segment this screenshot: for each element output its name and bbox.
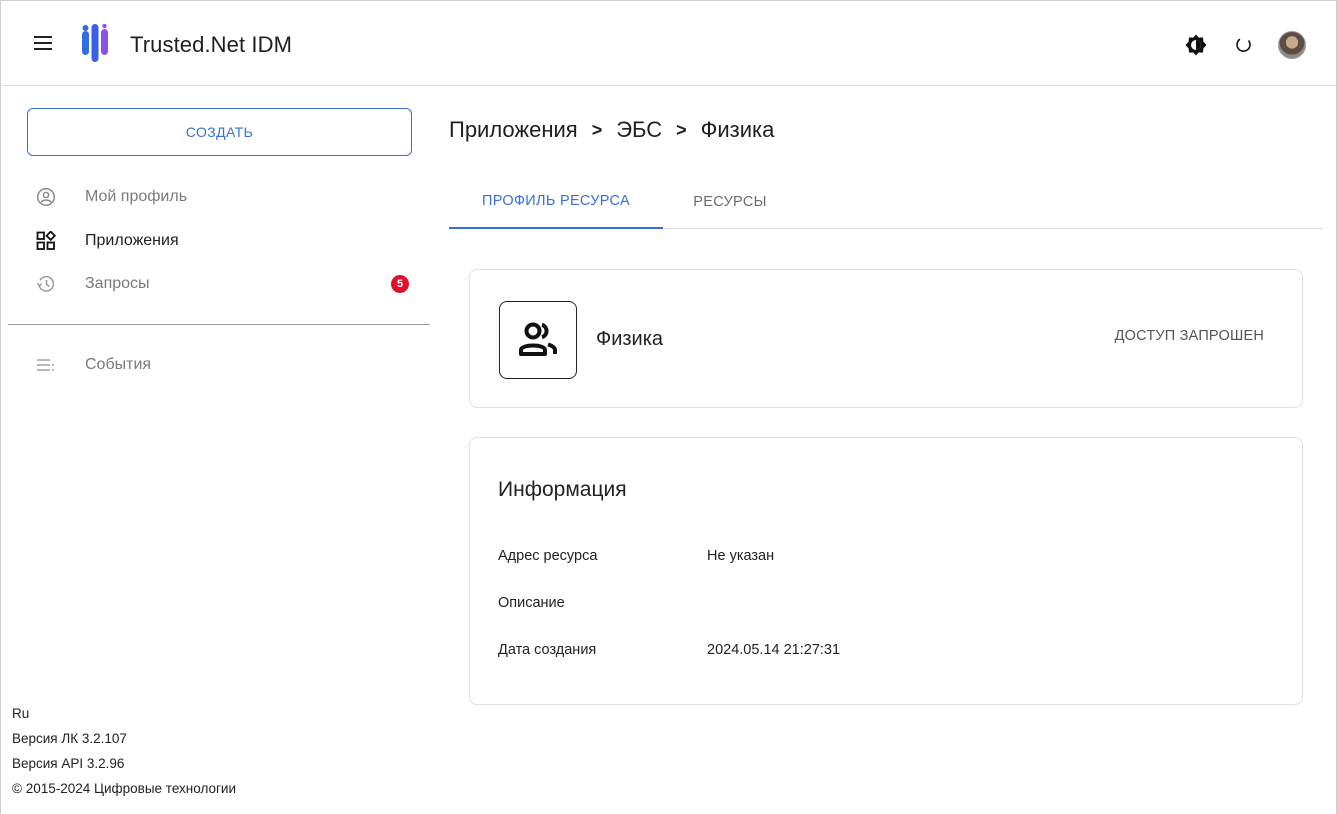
- resource-name: Физика: [596, 328, 664, 350]
- info-card: Информация Адрес ресурса Не указан Описа…: [469, 437, 1303, 705]
- tab-resources[interactable]: РЕСУРСЫ: [663, 175, 797, 229]
- breadcrumb-item-current: Физика: [700, 117, 775, 142]
- sidebar-item-applications[interactable]: Приложения: [35, 227, 420, 255]
- sidebar-item-events[interactable]: События: [35, 351, 420, 379]
- info-key: Адрес ресурса: [498, 548, 598, 564]
- group-icon: [499, 301, 577, 379]
- sidebar: СОЗДАТЬ Мой профиль Приложения Запросы 5…: [2, 87, 430, 814]
- info-value: Не указан: [707, 548, 775, 564]
- brightness-icon[interactable]: [1182, 31, 1210, 59]
- app-logo: [82, 24, 108, 62]
- sidebar-item-label: Запросы: [85, 275, 150, 292]
- sidebar-item-requests[interactable]: Запросы 5: [35, 270, 420, 298]
- sidebar-divider: [8, 324, 430, 325]
- history-icon: [35, 273, 57, 295]
- sidebar-footer: Ru Версия ЛК 3.2.107 Версия API 3.2.96 ©…: [12, 701, 236, 801]
- requests-count-badge: 5: [391, 275, 409, 293]
- breadcrumb-item-applications[interactable]: Приложения: [449, 117, 578, 143]
- sidebar-item-label: Мой профиль: [85, 188, 188, 205]
- access-status: ДОСТУП ЗАПРОШЕН: [1114, 328, 1264, 344]
- language-switch[interactable]: Ru: [12, 701, 236, 726]
- chevron-right-icon: >: [591, 119, 603, 140]
- info-key: Дата создания: [498, 642, 597, 658]
- version-lk: Версия ЛК 3.2.107: [12, 731, 127, 746]
- breadcrumb-item-ebs[interactable]: ЭБС: [616, 117, 662, 143]
- sidebar-item-label: События: [85, 356, 152, 373]
- main-content: Приложения > ЭБС > Физика ПРОФИЛЬ РЕСУРС…: [431, 87, 1337, 814]
- create-button[interactable]: СОЗДАТЬ: [27, 108, 412, 156]
- chevron-right-icon: >: [676, 119, 687, 140]
- resource-card: Физика ДОСТУП ЗАПРОШЕН: [469, 269, 1303, 408]
- hamburger-icon[interactable]: [34, 36, 52, 50]
- version-api: Версия API 3.2.96: [12, 756, 125, 771]
- info-value: 2024.05.14 21:27:31: [707, 642, 841, 658]
- app-window: Trusted.Net IDM СОЗДАТЬ Мой профиль Прил…: [0, 0, 1337, 814]
- header-actions: [1182, 30, 1306, 60]
- info-title: Информация: [498, 478, 627, 501]
- user-avatar[interactable]: [1278, 31, 1306, 59]
- copyright: © 2015-2024 Цифровые технологии: [12, 781, 236, 796]
- app-header: Trusted.Net IDM: [2, 2, 1336, 86]
- sidebar-item-profile[interactable]: Мой профиль: [35, 183, 420, 211]
- breadcrumb: Приложения > ЭБС > Физика: [449, 117, 774, 143]
- sidebar-item-label: Приложения: [85, 232, 179, 249]
- app-title: Trusted.Net IDM: [130, 32, 293, 57]
- tab-resource-profile[interactable]: ПРОФИЛЬ РЕСУРСА: [449, 175, 663, 229]
- apps-icon: [35, 230, 57, 252]
- account-circle-icon: [35, 186, 57, 208]
- refresh-icon[interactable]: [1230, 31, 1258, 59]
- info-key: Описание: [498, 595, 565, 611]
- list-icon: [35, 354, 57, 376]
- tab-bar: ПРОФИЛЬ РЕСУРСА РЕСУРСЫ: [449, 175, 1323, 229]
